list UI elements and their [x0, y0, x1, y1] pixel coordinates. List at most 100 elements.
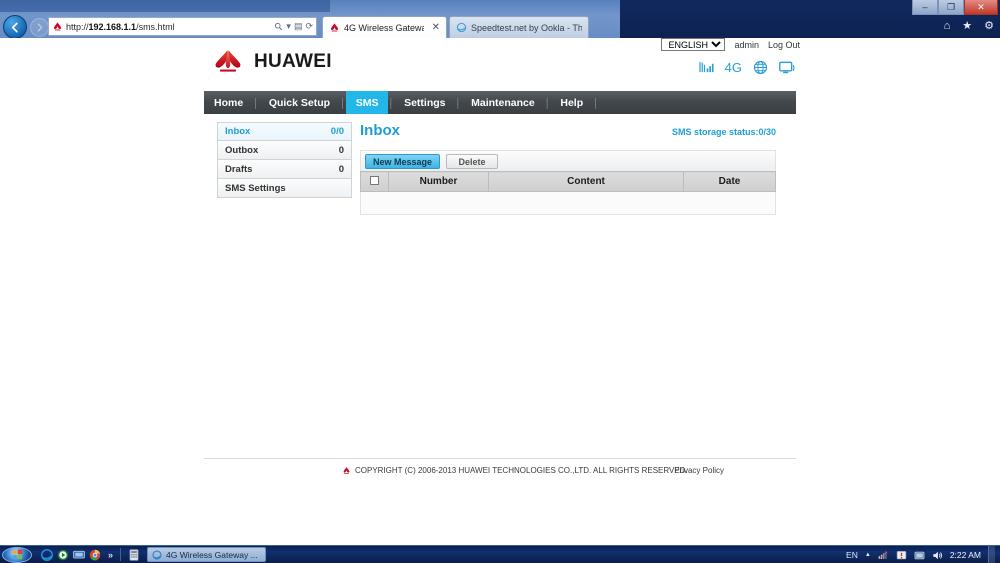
network-icon[interactable]	[878, 550, 889, 561]
panel-header: Inbox SMS storage status:0/30	[360, 122, 776, 139]
quick-launch-overflow-icon[interactable]: »	[108, 550, 113, 560]
input-language-indicator[interactable]: EN	[846, 550, 858, 560]
window-controls[interactable]: – ❐ ✕	[912, 0, 998, 15]
brand-name: HUAWEI	[254, 51, 332, 72]
sidebar-item-label: SMS Settings	[225, 182, 286, 194]
compatibility-view-icon[interactable]: ▤	[294, 21, 303, 32]
tab-close-icon[interactable]: ✕	[432, 22, 440, 33]
network-type-label: 4G	[724, 60, 742, 75]
copyright-notice: COPYRIGHT (C) 2006-2013 HUAWEI TECHNOLOG…	[342, 466, 688, 475]
nav-item-maintenance[interactable]: Maintenance	[461, 91, 545, 114]
huawei-favicon	[53, 22, 62, 31]
quick-launch-bar[interactable]: »	[41, 548, 113, 561]
favorites-icon[interactable]: ★	[962, 19, 972, 32]
sidebar-item-label: Inbox	[225, 126, 251, 137]
router-web-ui: ENGLISH admin Log Out HUAWEI 4G Home │ Q…	[200, 38, 800, 482]
nav-item-home[interactable]: Home	[204, 91, 253, 114]
maximize-button[interactable]: ❐	[938, 0, 964, 15]
back-arrow-icon	[11, 22, 18, 32]
security-alert-icon[interactable]	[896, 550, 907, 561]
remote-desktop-icon[interactable]	[73, 549, 85, 561]
browser-toolbar-icons[interactable]: ⌂ ★ ⚙	[944, 19, 994, 33]
minimize-button[interactable]: –	[912, 0, 938, 15]
address-dropdown-icon[interactable]: ▾	[286, 21, 291, 32]
messages-empty-body	[360, 192, 776, 215]
nav-separator: │	[593, 97, 599, 108]
logout-link[interactable]: Log Out	[768, 40, 800, 50]
privacy-policy-link[interactable]: Privacy Policy	[674, 466, 724, 475]
windows-taskbar[interactable]: » 4G Wireless Gateway ... EN ▲ 2:22 AM	[0, 545, 1000, 563]
address-url: http://192.168.1.1/sms.html	[66, 22, 274, 32]
nav-item-help[interactable]: Help	[550, 91, 593, 114]
back-button[interactable]	[3, 15, 27, 39]
inbox-panel: Inbox SMS storage status:0/30 New Messag…	[360, 122, 796, 215]
header-account-bar: ENGLISH admin Log Out	[661, 38, 800, 51]
huawei-logo-icon	[215, 50, 241, 72]
current-user-label: admin	[734, 39, 759, 50]
title-bar-highlight	[0, 0, 330, 12]
taskbar-clock[interactable]: 2:22 AM	[950, 550, 981, 560]
tray-expand-icon[interactable]: ▲	[865, 552, 871, 558]
main-navigation[interactable]: Home │ Quick Setup │ SMS │ Settings │ Ma…	[204, 91, 796, 114]
page-viewport: ENGLISH admin Log Out HUAWEI 4G Home │ Q…	[0, 38, 1000, 545]
signal-bars-icon	[699, 61, 714, 73]
action-center-icon[interactable]	[914, 550, 925, 561]
select-all-header[interactable]	[360, 171, 389, 192]
url-prefix: http://	[66, 21, 89, 32]
router-footer: COPYRIGHT (C) 2006-2013 HUAWEI TECHNOLOG…	[204, 458, 796, 482]
sidebar-item-count: 0/0	[330, 126, 344, 137]
tab-label: Speedtest.net by Ookla - The G..	[471, 22, 582, 33]
nav-item-sms[interactable]: SMS	[345, 91, 389, 114]
sidebar-item-inbox[interactable]: Inbox 0/0	[217, 122, 352, 141]
internet-explorer-icon[interactable]	[41, 548, 53, 561]
refresh-icon[interactable]: ⟳	[305, 21, 313, 32]
tools-gear-icon[interactable]: ⚙	[984, 19, 994, 32]
close-button[interactable]: ✕	[964, 0, 998, 15]
sidebar-item-drafts[interactable]: Drafts 0	[217, 160, 352, 179]
start-button[interactable]	[2, 546, 32, 563]
browser-tab-active[interactable]: 4G Wireless Gateway ✕	[322, 16, 447, 38]
forward-button[interactable]	[30, 18, 49, 37]
sidebar-item-outbox[interactable]: Outbox 0	[217, 141, 352, 160]
sms-sidebar[interactable]: Inbox 0/0 Outbox 0 Drafts 0 SMS Settings	[204, 122, 352, 215]
inbox-toolbar: New Message Delete	[360, 150, 776, 171]
chrome-icon[interactable]	[89, 549, 101, 561]
content-area: Inbox 0/0 Outbox 0 Drafts 0 SMS Settings…	[200, 114, 800, 215]
nav-item-quick-setup[interactable]: Quick Setup	[259, 91, 340, 114]
taskbar-task-label: 4G Wireless Gateway ...	[166, 549, 258, 560]
nav-item-settings[interactable]: Settings	[394, 91, 455, 114]
huawei-favicon	[330, 23, 339, 32]
home-icon[interactable]: ⌂	[944, 20, 951, 32]
media-player-icon[interactable]	[57, 549, 69, 561]
system-tray[interactable]: EN ▲ 2:22 AM	[846, 546, 1000, 563]
ie-favicon	[456, 22, 467, 33]
select-all-checkbox[interactable]	[370, 175, 379, 185]
sidebar-item-label: Drafts	[225, 163, 253, 175]
browser-tab-speedtest[interactable]: Speedtest.net by Ookla - The G..	[449, 16, 589, 38]
forward-arrow-icon	[37, 23, 43, 32]
column-header-number: Number	[388, 171, 489, 192]
url-path: /sms.html	[136, 21, 175, 32]
copyright-text: COPYRIGHT (C) 2006-2013 HUAWEI TECHNOLOG…	[355, 466, 688, 475]
delete-button[interactable]: Delete	[446, 153, 499, 169]
column-header-content: Content	[488, 171, 684, 192]
search-icon[interactable]	[274, 22, 283, 31]
show-desktop-button[interactable]	[988, 546, 995, 563]
column-header-date: Date	[683, 171, 776, 192]
language-select[interactable]: ENGLISH	[661, 38, 726, 51]
tab-label: 4G Wireless Gateway	[344, 22, 424, 33]
new-message-button[interactable]: New Message	[365, 153, 441, 169]
router-header: ENGLISH admin Log Out HUAWEI 4G	[200, 38, 800, 91]
brand-logo: HUAWEI	[210, 49, 332, 75]
taskbar-task-browser[interactable]: 4G Wireless Gateway ...	[147, 547, 266, 562]
sidebar-item-sms-settings[interactable]: SMS Settings	[217, 179, 352, 198]
messages-table-head: Number Content Date	[360, 171, 776, 192]
sms-storage-status: SMS storage status:0/30	[671, 127, 776, 137]
volume-icon[interactable]	[932, 550, 943, 561]
monitor-icon	[779, 61, 795, 73]
calculator-icon[interactable]	[128, 548, 140, 561]
address-bar[interactable]: http://192.168.1.1/sms.html ▾ ▤ ⟳	[48, 17, 317, 36]
table-header-row: Number Content Date	[360, 171, 776, 192]
ie-favicon	[152, 549, 162, 560]
huawei-logo-icon	[343, 467, 350, 474]
